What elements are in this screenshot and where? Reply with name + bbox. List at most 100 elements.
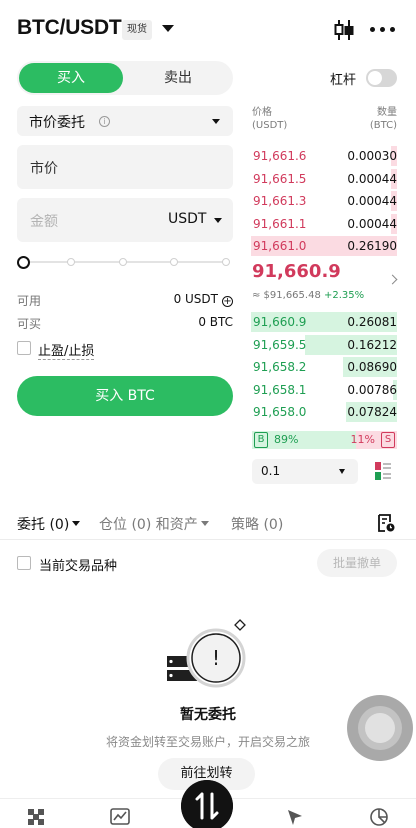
- ob-qty-header-label: 数量: [377, 107, 397, 118]
- ask-row[interactable]: 91,661.3 0.00044: [251, 190, 397, 212]
- ob-qty: 0.00044: [347, 216, 397, 231]
- ob-qty: 0.00044: [347, 194, 397, 208]
- home-icon[interactable]: [26, 807, 46, 827]
- add-funds-icon[interactable]: +: [222, 296, 233, 307]
- batch-cancel-button[interactable]: 批量撤单: [317, 549, 397, 577]
- buy-button[interactable]: 买入 BTC: [17, 376, 233, 416]
- ob-qty: 0.00044: [347, 171, 397, 186]
- ob-qty: 0.16212: [347, 337, 397, 352]
- ask-row[interactable]: 91,661.5 0.00044: [251, 168, 397, 190]
- chevron-down-icon: [200, 521, 209, 526]
- ask-row[interactable]: 91,661.6 0.00030: [251, 145, 397, 167]
- empty-orders-illustration: !: [167, 619, 246, 688]
- available-label: 可用: [17, 294, 42, 308]
- current-pair-checkbox[interactable]: [17, 556, 31, 570]
- slider-step[interactable]: [222, 258, 230, 266]
- bid-row[interactable]: 91,660.9 0.26081: [251, 311, 397, 333]
- order-history-icon[interactable]: [376, 513, 396, 533]
- more-icon[interactable]: [370, 27, 396, 33]
- amount-unit-select[interactable]: USDT: [168, 211, 206, 227]
- pair-title[interactable]: BTC/USDT: [17, 16, 122, 40]
- markets-icon[interactable]: [110, 807, 130, 827]
- ob-qty: 0.07824: [347, 405, 397, 419]
- ob-price: 91,658.1: [253, 382, 307, 397]
- trade-switch-icon[interactable]: [181, 780, 233, 828]
- ob-qty: 0.08690: [347, 360, 397, 374]
- chevron-down-icon: [72, 521, 81, 526]
- slider-step[interactable]: [119, 258, 127, 266]
- buy-ratio: 89%: [274, 433, 299, 446]
- tab-positions-label: 仓位 (0) 和资产: [99, 517, 198, 533]
- order-type-label: 市价委托: [29, 115, 85, 131]
- sell-ratio: 11%: [350, 433, 375, 446]
- pair-dropdown-icon[interactable]: [162, 25, 174, 32]
- chevron-down-icon: [212, 119, 220, 124]
- tpsl-label[interactable]: 止盈/止损: [38, 340, 95, 360]
- side-tabs: 买入 卖出: [17, 61, 233, 95]
- index-price: ≈ $91,665.48 +2.35%: [252, 290, 364, 301]
- ob-qty-header-unit: (BTC): [369, 120, 397, 131]
- ob-price: 91,659.5: [253, 337, 307, 352]
- current-pair-label[interactable]: 当前交易品种: [39, 555, 117, 574]
- chart-icon[interactable]: [332, 18, 356, 42]
- ob-price-header-label: 价格: [252, 107, 272, 118]
- info-icon[interactable]: i: [99, 116, 110, 127]
- index-price-value: ≈ $91,665.48: [252, 290, 321, 301]
- slider-handle[interactable]: [17, 256, 30, 269]
- leverage-toggle[interactable]: [366, 69, 397, 87]
- ob-price-header-unit: (USDT): [252, 120, 288, 131]
- assets-icon[interactable]: [369, 807, 389, 827]
- ob-price: 91,658.0: [253, 405, 307, 419]
- tab-orders-label: 委托 (0): [17, 517, 70, 533]
- price-field[interactable]: 市价: [17, 145, 233, 189]
- last-price[interactable]: 91,660.9: [252, 261, 341, 282]
- ob-price-header: 价格 (USDT): [252, 106, 287, 132]
- tab-positions[interactable]: 仓位 (0) 和资产: [99, 514, 209, 534]
- orderbook-layout-icon[interactable]: [375, 462, 391, 480]
- price-change: +2.35%: [324, 290, 365, 301]
- depth-select[interactable]: 0.1: [252, 459, 358, 484]
- buy-sell-ratio-bar: B 89% 11% S: [252, 431, 397, 449]
- depth-value: 0.1: [261, 464, 281, 478]
- buy-badge: B: [254, 432, 268, 448]
- ob-price: 91,661.5: [253, 171, 307, 186]
- ob-qty: 0.00030: [347, 149, 397, 163]
- ask-row[interactable]: 91,661.0 0.26190: [251, 235, 397, 257]
- assistive-touch-button[interactable]: [347, 695, 413, 761]
- tab-orders[interactable]: 委托 (0): [17, 514, 81, 534]
- tpsl-checkbox[interactable]: [17, 341, 31, 355]
- amount-placeholder: 金额: [30, 214, 58, 230]
- chevron-down-icon: [214, 218, 222, 223]
- chevron-down-icon: [339, 469, 345, 474]
- amount-slider[interactable]: [17, 255, 233, 269]
- amount-field[interactable]: 金额 USDT: [17, 198, 233, 242]
- tab-strategy[interactable]: 策略 (0): [231, 514, 283, 534]
- leverage-label: 杠杆: [330, 73, 357, 88]
- bid-row[interactable]: 91,658.1 0.00786: [251, 379, 397, 401]
- ob-price: 91,658.2: [253, 360, 307, 374]
- discover-icon[interactable]: [285, 807, 305, 827]
- bid-row[interactable]: 91,658.0 0.07824: [251, 401, 397, 423]
- svg-text:!: !: [212, 646, 220, 670]
- ob-price: 91,661.0: [253, 239, 307, 253]
- slider-step[interactable]: [170, 258, 178, 266]
- order-type-select[interactable]: 市价委托 i: [17, 106, 233, 136]
- tab-buy[interactable]: 买入: [19, 63, 123, 93]
- can-buy-value: 0 BTC: [198, 315, 233, 329]
- slider-step[interactable]: [67, 258, 75, 266]
- can-buy-label: 可买: [17, 317, 42, 331]
- orders-tabs: 委托 (0) 仓位 (0) 和资产 策略 (0): [0, 506, 416, 540]
- price-value: 市价: [30, 161, 58, 177]
- available-value: 0 USDT: [173, 292, 218, 306]
- bid-row[interactable]: 91,658.2 0.08690: [251, 356, 397, 378]
- ob-qty: 0.00786: [347, 382, 397, 397]
- chevron-right-icon[interactable]: [387, 274, 398, 285]
- bid-row[interactable]: 91,659.5 0.16212: [251, 334, 397, 356]
- ob-price: 91,661.3: [253, 194, 307, 208]
- header: BTC/USDT 现货: [0, 0, 416, 60]
- ask-row[interactable]: 91,661.1 0.00044: [251, 213, 397, 235]
- spot-tag: 现货: [122, 20, 152, 40]
- ob-price: 91,661.6: [253, 149, 307, 163]
- ob-qty-header: 数量 (BTC): [370, 106, 397, 132]
- tab-sell[interactable]: 卖出: [125, 63, 231, 93]
